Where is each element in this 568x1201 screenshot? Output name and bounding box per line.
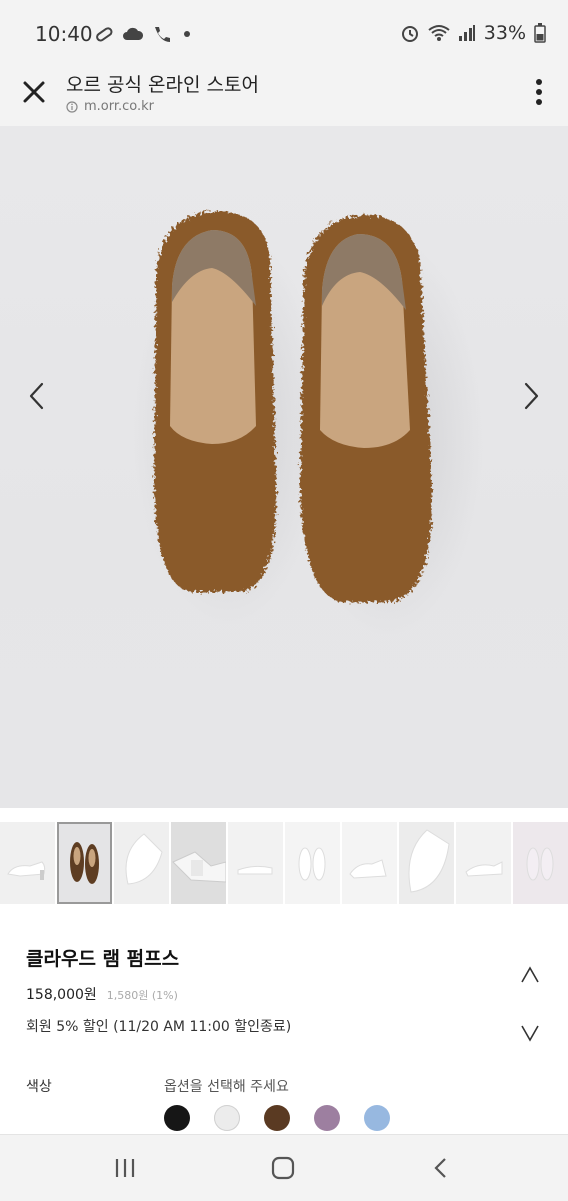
battery-percent: 33% xyxy=(483,22,526,44)
dot-icon xyxy=(184,31,190,37)
price-row: 158,000원 1,580원 (1%) xyxy=(26,984,178,1004)
option-prompt: 옵션을 선택해 주세요 xyxy=(164,1079,289,1095)
thumbnail[interactable] xyxy=(342,822,397,904)
swatch-blue[interactable] xyxy=(364,1105,390,1131)
wifi-icon xyxy=(428,25,450,41)
thumbnail[interactable] xyxy=(0,822,55,904)
product-photo xyxy=(133,211,483,636)
back-icon[interactable] xyxy=(426,1155,456,1181)
prev-image-arrow-icon[interactable] xyxy=(22,376,52,416)
page-title: 오르 공식 온라인 스토어 xyxy=(66,74,259,96)
swatch-purple[interactable] xyxy=(314,1105,340,1131)
thumbnail[interactable] xyxy=(171,822,227,904)
thumbnail[interactable] xyxy=(399,822,454,904)
page-url[interactable]: m.orr.co.kr xyxy=(66,99,154,114)
scroll-up-icon[interactable] xyxy=(518,964,542,988)
battery-icon xyxy=(534,23,546,43)
info-icon xyxy=(66,100,78,113)
thumbnail[interactable] xyxy=(285,822,340,904)
system-nav-bar xyxy=(0,1134,568,1201)
swatch-white[interactable] xyxy=(214,1105,240,1131)
cloud-icon xyxy=(123,27,144,40)
thumbnail[interactable] xyxy=(513,822,568,904)
color-swatches xyxy=(164,1105,390,1131)
member-discount: 회원 5% 할인 (11/20 AM 11:00 할인종료) xyxy=(26,1019,292,1035)
signal-icon xyxy=(458,25,475,41)
thumbnail[interactable] xyxy=(456,822,511,904)
home-icon[interactable] xyxy=(268,1155,298,1181)
page-url-text: m.orr.co.kr xyxy=(84,99,155,114)
swatch-brown[interactable] xyxy=(264,1105,290,1131)
alarm-icon xyxy=(401,26,418,42)
thumbnail[interactable] xyxy=(114,822,169,904)
close-icon[interactable] xyxy=(18,76,50,108)
thumbnail-strip xyxy=(0,822,568,904)
next-image-arrow-icon[interactable] xyxy=(516,376,546,416)
browser-header: 오르 공식 온라인 스토어 m.orr.co.kr xyxy=(0,56,568,127)
more-menu-icon[interactable] xyxy=(534,78,544,106)
pill-icon xyxy=(96,27,113,42)
product-name: 클라우드 램 펌프스 xyxy=(26,948,180,970)
scroll-down-icon[interactable] xyxy=(518,1020,542,1044)
status-left-icons xyxy=(94,24,192,44)
color-option-label: 색상 xyxy=(26,1079,52,1095)
thumbnail[interactable] xyxy=(57,822,112,904)
thumbnail[interactable] xyxy=(228,822,283,904)
status-right-icons: 33% xyxy=(400,22,546,44)
recent-apps-icon[interactable] xyxy=(110,1155,140,1181)
reward-points: 1,580원 (1%) xyxy=(106,989,178,1002)
swatch-black[interactable] xyxy=(164,1105,190,1131)
wifi-call-icon xyxy=(155,27,170,42)
product-price: 158,000원 xyxy=(26,987,97,1003)
product-main-image[interactable] xyxy=(0,126,568,808)
status-time: 10:40 xyxy=(35,22,93,46)
